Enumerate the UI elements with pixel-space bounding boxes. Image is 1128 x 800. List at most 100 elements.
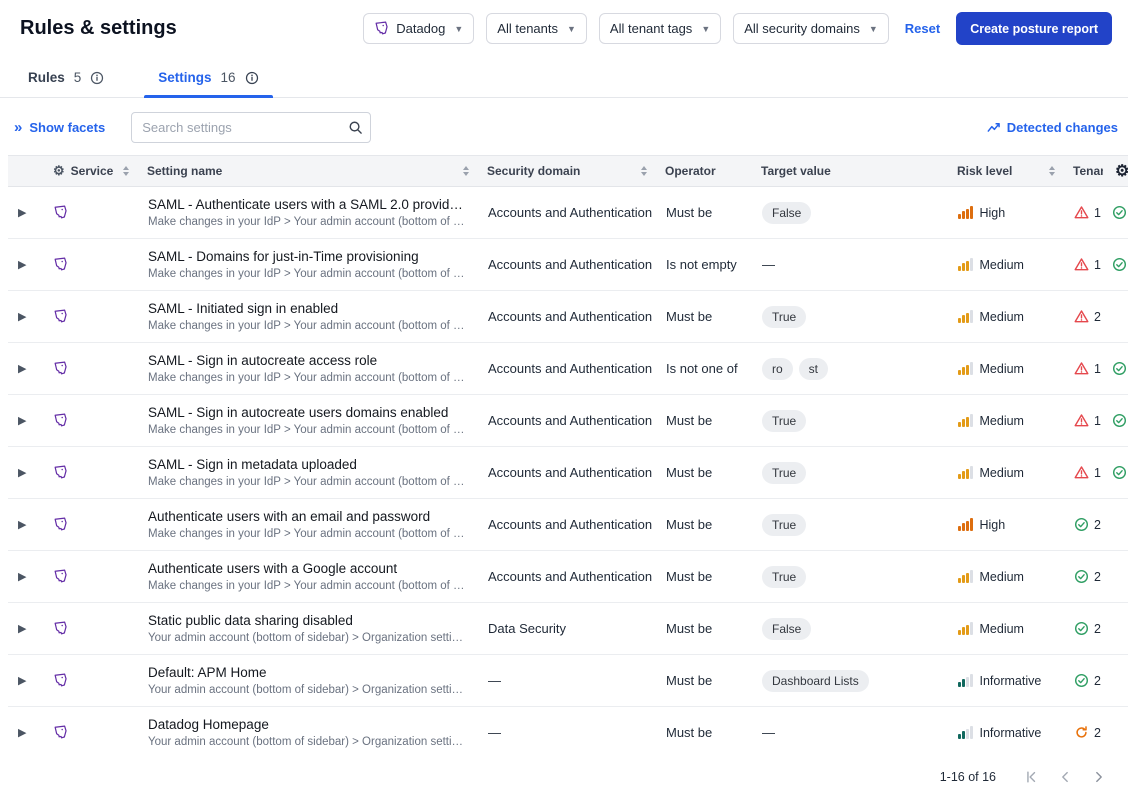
warning-status-badge: 1 bbox=[1074, 205, 1101, 220]
tenant-tags-filter-dropdown[interactable]: All tenant tags ▼ bbox=[598, 13, 722, 44]
detected-changes-button[interactable]: Detected changes bbox=[987, 120, 1118, 135]
column-header-target-value[interactable]: Target value bbox=[752, 156, 948, 186]
next-page-button[interactable] bbox=[1086, 766, 1112, 788]
row-expand-chevron-icon[interactable]: ▶ bbox=[8, 674, 26, 687]
setting-name[interactable]: SAML - Authenticate users with a SAML 2.… bbox=[148, 197, 468, 212]
check-circle-icon bbox=[1112, 257, 1127, 272]
table-row[interactable]: ▶ SAML - Initiated sign in enabled Make ch… bbox=[8, 291, 1128, 343]
security-domains-filter-dropdown[interactable]: All security domains ▼ bbox=[733, 13, 889, 44]
column-header-service[interactable]: ⚙ Service bbox=[44, 156, 138, 186]
table-row[interactable]: ▶ Authenticate users with a Google accoun… bbox=[8, 551, 1128, 603]
column-header-setting-name[interactable]: Setting name bbox=[138, 156, 478, 186]
row-expand-chevron-icon[interactable]: ▶ bbox=[8, 726, 26, 739]
gear-icon: ⚙ bbox=[53, 163, 65, 178]
prev-page-button[interactable] bbox=[1052, 766, 1078, 788]
sort-icon[interactable] bbox=[1049, 166, 1055, 176]
create-posture-report-button[interactable]: Create posture report bbox=[956, 12, 1112, 45]
info-icon[interactable] bbox=[90, 71, 104, 85]
setting-name[interactable]: SAML - Sign in metadata uploaded bbox=[148, 457, 468, 472]
risk-level-icon bbox=[958, 466, 973, 479]
setting-name-cell: SAML - Sign in metadata uploaded Make cha… bbox=[138, 457, 478, 488]
target-value-pill: True bbox=[762, 305, 807, 328]
risk-level-cell: Medium bbox=[948, 310, 1064, 324]
chevron-down-icon: ▼ bbox=[567, 23, 576, 34]
row-expand-chevron-icon[interactable]: ▶ bbox=[8, 258, 26, 271]
tenant-status-cell: 2 bbox=[1064, 673, 1128, 688]
table-row[interactable]: ▶ SAML - Sign in autocreate users domains… bbox=[8, 395, 1128, 447]
setting-name[interactable]: Default: APM Home bbox=[148, 665, 468, 680]
tenant-tags-filter-value: All tenant tags bbox=[609, 21, 693, 36]
column-header-tenant-status[interactable]: Tenant status ⚙ bbox=[1064, 156, 1128, 186]
status-count: 2 bbox=[1094, 569, 1101, 584]
row-expand-chevron-icon[interactable]: ▶ bbox=[8, 206, 26, 219]
operator-cell: Must be bbox=[666, 725, 713, 740]
risk-level-icon bbox=[958, 362, 973, 375]
risk-level-cell: Medium bbox=[948, 570, 1064, 584]
setting-name[interactable]: SAML - Domains for just-in-Time provisio… bbox=[148, 249, 468, 264]
table-row[interactable]: ▶ SAML - Domains for just-in-Time provisi… bbox=[8, 239, 1128, 291]
risk-level-label: Medium bbox=[979, 413, 1024, 428]
settings-count-badge: 16 bbox=[220, 70, 236, 85]
column-header-risk-level[interactable]: Risk level bbox=[948, 156, 1064, 186]
info-icon[interactable] bbox=[245, 71, 259, 85]
tenant-status-cell: 11 bbox=[1064, 465, 1128, 480]
datadog-service-icon bbox=[44, 673, 138, 688]
tab-rules[interactable]: Rules 5 bbox=[14, 61, 118, 97]
tenants-filter-dropdown[interactable]: All tenants ▼ bbox=[486, 13, 587, 44]
table-row[interactable]: ▶ Static public data sharing disabled Your… bbox=[8, 603, 1128, 655]
target-value-pill: False bbox=[762, 617, 812, 640]
row-expand-chevron-icon[interactable]: ▶ bbox=[8, 362, 26, 375]
row-expand-chevron-icon[interactable]: ▶ bbox=[8, 414, 26, 427]
table-toolbar: » Show facets Detected changes bbox=[0, 98, 1128, 155]
status-count: 1 bbox=[1094, 205, 1101, 220]
column-header-security-domain[interactable]: Security domain bbox=[478, 156, 656, 186]
setting-name[interactable]: SAML - Initiated sign in enabled bbox=[148, 301, 468, 316]
tab-settings[interactable]: Settings 16 bbox=[144, 61, 273, 98]
first-page-button[interactable] bbox=[1018, 766, 1044, 788]
setting-name[interactable]: Authenticate users with a Google account bbox=[148, 561, 468, 576]
datadog-service-icon bbox=[44, 413, 138, 428]
row-expand-chevron-icon[interactable]: ▶ bbox=[8, 570, 26, 583]
table-row[interactable]: ▶ Default: APM Home Your admin account (bo… bbox=[8, 655, 1128, 707]
status-count: 1 bbox=[1094, 361, 1101, 376]
setting-path: Make changes in your IdP > Your admin ac… bbox=[148, 528, 468, 540]
table-row[interactable]: ▶ Datadog Homepage Your admin account (bot… bbox=[8, 707, 1128, 754]
integration-filter-dropdown[interactable]: Datadog ▼ bbox=[363, 13, 475, 44]
sort-icon[interactable] bbox=[463, 166, 469, 176]
operator-cell: Must be bbox=[666, 309, 713, 324]
setting-name[interactable]: Authenticate users with an email and pas… bbox=[148, 509, 468, 524]
table-row[interactable]: ▶ SAML - Sign in metadata uploaded Make ch… bbox=[8, 447, 1128, 499]
column-settings-gear-icon[interactable]: ⚙ bbox=[1115, 161, 1128, 181]
row-expand-chevron-icon[interactable]: ▶ bbox=[8, 466, 26, 479]
search-icon[interactable] bbox=[348, 120, 363, 140]
setting-name[interactable]: Datadog Homepage bbox=[148, 717, 468, 732]
row-expand-chevron-icon[interactable]: ▶ bbox=[8, 518, 26, 531]
datadog-service-icon bbox=[44, 569, 138, 584]
sort-icon[interactable] bbox=[123, 166, 129, 176]
table-row[interactable]: ▶ SAML - Sign in autocreate access role Ma… bbox=[8, 343, 1128, 395]
row-expand-chevron-icon[interactable]: ▶ bbox=[8, 310, 26, 323]
table-row[interactable]: ▶ Authenticate users with an email and pa… bbox=[8, 499, 1128, 551]
passing-status-badge: 1 bbox=[1112, 413, 1128, 428]
row-expand-chevron-icon[interactable]: ▶ bbox=[8, 622, 26, 635]
setting-name[interactable]: Static public data sharing disabled bbox=[148, 613, 468, 628]
risk-level-cell: Medium bbox=[948, 466, 1064, 480]
risk-level-icon bbox=[958, 726, 973, 739]
operator-cell: Must be bbox=[666, 673, 713, 688]
risk-level-label: Informative bbox=[979, 725, 1042, 740]
setting-name[interactable]: SAML - Sign in autocreate access role bbox=[148, 353, 468, 368]
column-label: Risk level bbox=[957, 164, 1013, 178]
show-facets-button[interactable]: » Show facets bbox=[14, 120, 105, 135]
datadog-service-icon bbox=[44, 517, 138, 532]
setting-name[interactable]: SAML - Sign in autocreate users domains … bbox=[148, 405, 468, 420]
sort-icon[interactable] bbox=[641, 166, 647, 176]
setting-path: Make changes in your IdP > Your admin ac… bbox=[148, 320, 468, 332]
column-header-operator[interactable]: Operator bbox=[656, 156, 752, 186]
table-row[interactable]: ▶ SAML - Authenticate users with a SAML 2… bbox=[8, 187, 1128, 239]
security-domain-cell: — bbox=[488, 725, 501, 740]
search-input[interactable] bbox=[131, 112, 372, 143]
reset-button[interactable]: Reset bbox=[905, 21, 940, 36]
target-value-pill: Dashboard Lists bbox=[762, 669, 869, 692]
security-domain-cell: Accounts and Authentication bbox=[488, 361, 653, 376]
status-count: 2 bbox=[1094, 673, 1101, 688]
